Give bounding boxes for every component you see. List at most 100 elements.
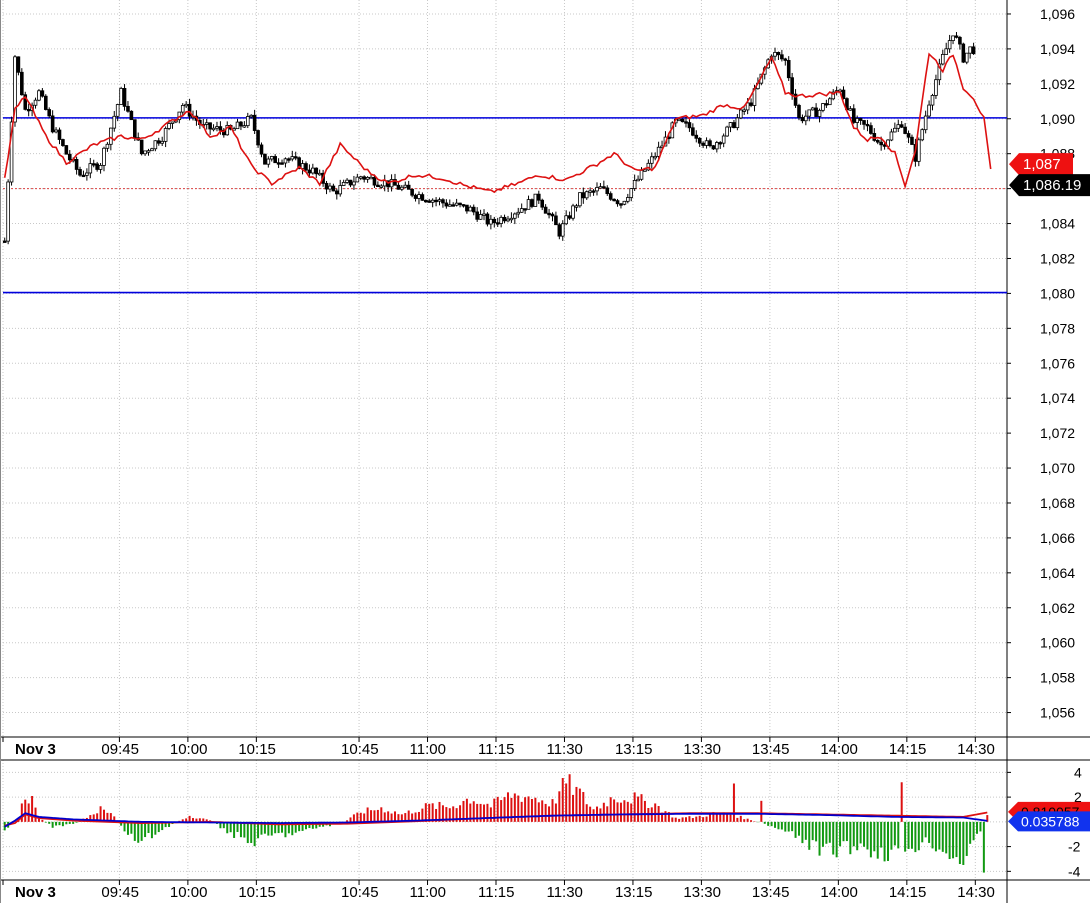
- x-tick-label: 11:30: [546, 741, 582, 758]
- candle-body: [478, 214, 483, 220]
- candle-body: [550, 213, 555, 217]
- candle-body: [126, 105, 130, 112]
- candle-body: [715, 142, 719, 150]
- candle-body: [208, 122, 212, 130]
- x-tick-label: 10:15: [238, 741, 276, 758]
- x-tick-label: 10:00: [170, 884, 208, 901]
- candle-body: [588, 190, 592, 193]
- candle-body: [54, 129, 58, 133]
- candle-body: [489, 218, 493, 225]
- candle-body: [454, 202, 459, 206]
- y-tick-label: 1,072: [1040, 425, 1075, 441]
- candle-body: [122, 88, 127, 107]
- candle-body: [790, 77, 794, 95]
- x-axis-bottom: Nov 3 09:45 10:00 10:15 10:45 11:00 11:15 11:30…: [2, 880, 995, 901]
- candle-body: [153, 140, 158, 150]
- x-tick-label: 10:45: [341, 741, 379, 758]
- candle-body: [180, 105, 185, 113]
- candle-body: [783, 58, 788, 61]
- candle-body: [872, 133, 877, 141]
- y-tick-label: 1,066: [1040, 530, 1075, 546]
- candle-body: [560, 223, 565, 237]
- candle-body: [934, 79, 938, 96]
- candle-body: [475, 211, 479, 220]
- candle-body: [338, 185, 343, 195]
- candle-body: [410, 188, 414, 196]
- candle-body: [331, 185, 336, 192]
- candle-body: [968, 46, 972, 54]
- candle-body: [345, 179, 349, 183]
- candle-body: [67, 153, 72, 161]
- x-tick-label: 09:45: [101, 884, 139, 901]
- candle-body: [958, 36, 962, 45]
- candle-body: [964, 52, 969, 63]
- candle-body: [697, 137, 702, 144]
- candle-body: [447, 204, 452, 207]
- y-tick-label: 1,076: [1040, 355, 1075, 371]
- candle-body: [536, 193, 541, 201]
- candle-body: [417, 194, 421, 199]
- candle-body: [578, 192, 582, 207]
- candle-body: [139, 139, 144, 155]
- candle-body: [441, 199, 445, 204]
- candle-body: [509, 217, 514, 221]
- candle-body: [269, 156, 274, 160]
- x-tick-label: 14:00: [820, 884, 858, 901]
- candle-body: [280, 162, 284, 165]
- candle-body: [465, 204, 469, 212]
- candle-body: [47, 109, 52, 117]
- candle-body: [851, 108, 856, 123]
- x-axis-top: Nov 3 09:45 10:00 10:15 10:45 11:00 11:15 11:30…: [2, 737, 995, 758]
- candle-body: [311, 167, 315, 174]
- price-label-1: 1,086.19: [1009, 174, 1090, 197]
- y-tick-label: 1,082: [1040, 250, 1075, 266]
- candle-body: [581, 192, 586, 199]
- candle-body: [146, 150, 151, 153]
- x-tick-label: 14:15: [889, 741, 927, 758]
- candle-body: [735, 117, 740, 129]
- candle-body: [738, 109, 743, 119]
- candle-body: [102, 147, 106, 166]
- y-tick-label: 1,094: [1040, 41, 1075, 57]
- candle-body: [256, 130, 260, 146]
- x-tick-label: 10:15: [238, 884, 276, 901]
- candle-body: [64, 145, 69, 155]
- candle-body: [800, 117, 805, 122]
- candle-body: [211, 127, 216, 131]
- candle-body: [930, 95, 935, 106]
- y-tick-label: 1,068: [1040, 495, 1075, 511]
- candle-body: [2, 240, 7, 243]
- osc-y-tick-label: 4: [1074, 764, 1082, 780]
- candle-body: [910, 136, 914, 145]
- candle-body: [896, 124, 901, 129]
- candle-body: [109, 127, 113, 145]
- x-tick-label: 14:30: [957, 741, 995, 758]
- candles: [2, 32, 976, 245]
- x-tick-label: 10:45: [341, 884, 379, 901]
- osc-label-text: 0.035788: [1021, 813, 1080, 829]
- candle-body: [304, 163, 308, 171]
- x-tick-label: 09:45: [101, 741, 139, 758]
- candle-body: [557, 224, 562, 237]
- candle-body: [971, 46, 976, 55]
- candle-body: [961, 43, 966, 63]
- candle-body: [687, 122, 692, 129]
- candle-body: [396, 184, 401, 190]
- candle-body: [33, 99, 38, 106]
- candle-body: [862, 120, 866, 125]
- candle-body: [923, 115, 928, 131]
- candle-body: [276, 162, 281, 165]
- candle-body: [749, 102, 753, 106]
- candle-body: [821, 103, 825, 111]
- candle-body: [786, 60, 791, 79]
- osc-label-1: 0.035788: [1008, 811, 1090, 832]
- chart-svg: 1,0961,0941,0921,0901,0881,0861,0841,082…: [0, 0, 1090, 903]
- candle-body: [170, 121, 175, 124]
- candle-body: [348, 179, 353, 186]
- candle-body: [506, 218, 510, 222]
- candle-body: [879, 141, 883, 146]
- candle-body: [482, 213, 486, 216]
- candle-body: [564, 215, 568, 225]
- candle-body: [40, 90, 45, 97]
- candle-body: [954, 35, 959, 38]
